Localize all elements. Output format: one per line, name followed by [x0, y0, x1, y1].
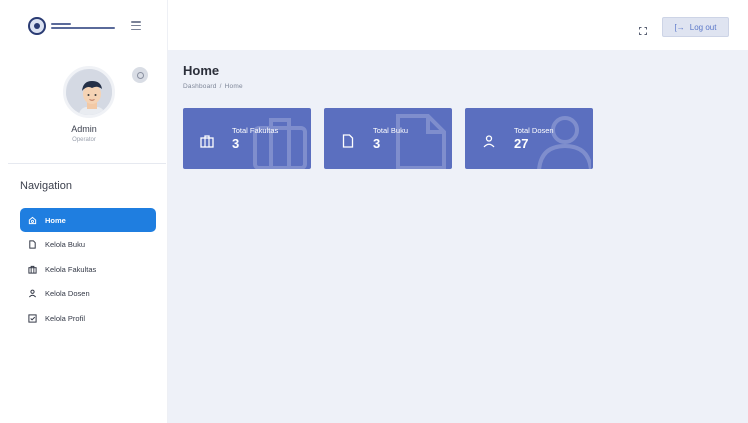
- divider: [8, 163, 166, 164]
- avatar: [63, 66, 115, 118]
- page-title: Home: [183, 63, 220, 78]
- sidebar-item-kelola-fakultas[interactable]: Kelola Fakultas: [20, 257, 156, 281]
- menu-toggle-icon[interactable]: [131, 21, 141, 30]
- brand: [0, 0, 167, 52]
- briefcase-icon: [28, 265, 37, 274]
- breadcrumb-item-dashboard[interactable]: Dashboard: [183, 83, 217, 90]
- stat-card-fakultas[interactable]: Total Fakultas 3: [183, 108, 311, 169]
- sidebar-nav: Home Kelola Buku Kelola Fakultas Kelola …: [20, 208, 156, 331]
- sidebar-item-label: Home: [45, 215, 66, 225]
- sidebar-item-label: Kelola Dosen: [45, 289, 90, 298]
- nav-title: Navigation: [20, 180, 72, 192]
- stat-label: Total Buku: [373, 126, 409, 135]
- stat-value: 27: [514, 136, 529, 151]
- fullscreen-icon[interactable]: [639, 22, 647, 35]
- profile-name: Admin: [71, 124, 97, 134]
- stat-label: Total Dosen: [514, 126, 554, 135]
- user-icon: [537, 116, 591, 169]
- sidebar-item-label: Kelola Fakultas: [45, 264, 97, 274]
- sidebar-item-label: Kelola Buku: [45, 240, 86, 249]
- logo-icon: [28, 17, 46, 35]
- breadcrumb-item-home: Home: [224, 83, 243, 90]
- edit-icon: [28, 313, 37, 323]
- sidebar-item-kelola-profil[interactable]: Kelola Profil: [20, 306, 156, 330]
- briefcase-icon: [200, 135, 214, 148]
- logout-button[interactable]: [→ Log out: [662, 17, 729, 37]
- topbar: [168, 0, 748, 50]
- stat-value: 3: [232, 136, 240, 151]
- profile-role: Operator: [72, 137, 96, 143]
- stat-card-dosen[interactable]: Total Dosen 27: [465, 108, 593, 169]
- logo-wordmark: [51, 23, 115, 29]
- breadcrumb: Dashboard / Home: [183, 83, 243, 90]
- briefcase-icon: [253, 118, 307, 169]
- stat-label: Total Fakultas: [232, 126, 279, 135]
- sidebar: Admin Operator Navigation Home Kelola Bu…: [0, 0, 168, 423]
- user-icon: [483, 135, 495, 148]
- sidebar-item-label: Kelola Profil: [45, 313, 86, 323]
- home-icon: [28, 216, 37, 224]
- file-icon: [29, 240, 36, 249]
- sidebar-item-home[interactable]: Home: [20, 208, 156, 232]
- user-icon: [28, 289, 37, 298]
- file-icon: [342, 134, 354, 148]
- file-icon: [396, 114, 446, 169]
- logout-label: Log out: [689, 22, 717, 32]
- stat-value: 3: [373, 136, 381, 151]
- sidebar-item-kelola-dosen[interactable]: Kelola Dosen: [20, 282, 156, 306]
- profile-settings-icon[interactable]: [132, 67, 148, 83]
- stat-card-buku[interactable]: Total Buku 3: [324, 108, 452, 169]
- logout-icon: [→: [674, 22, 685, 32]
- sidebar-item-kelola-buku[interactable]: Kelola Buku: [20, 233, 156, 257]
